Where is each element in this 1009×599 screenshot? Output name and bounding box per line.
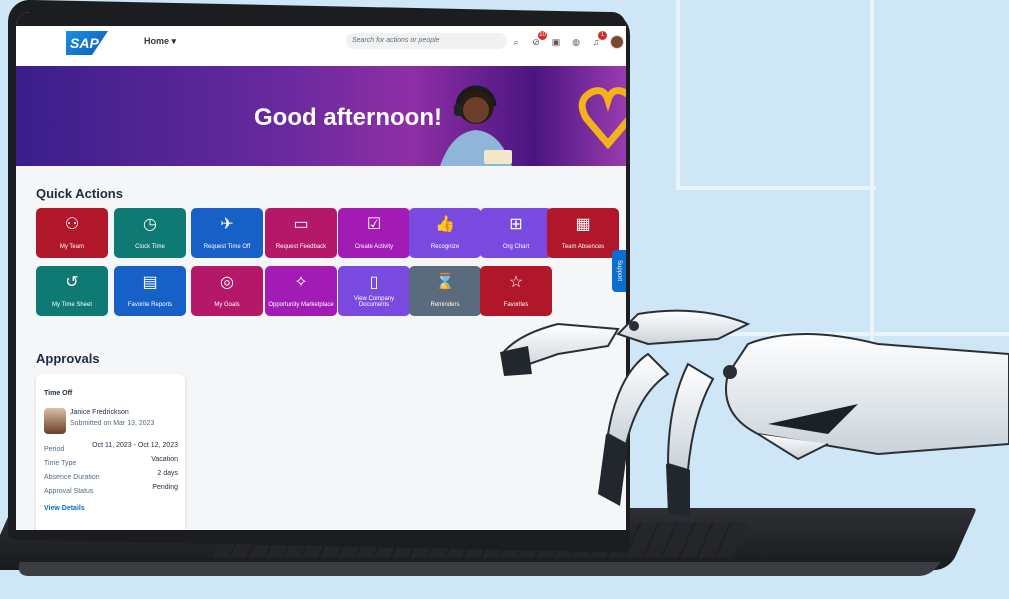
background-line — [676, 186, 876, 190]
quick-action-label: Org Chart — [502, 244, 530, 250]
screen-bezel — [16, 12, 626, 26]
quick-action-tile[interactable]: ⚇ My Team — [36, 208, 108, 258]
org-people-icon: ⚇ — [64, 216, 80, 233]
bell-icon[interactable]: ♫ 1 — [590, 31, 607, 48]
thumbs-up-icon: 👍 — [435, 216, 455, 233]
robot-hand-image — [500, 309, 1009, 516]
view-details-link[interactable]: View Details — [44, 505, 85, 512]
detail-row: Period Oct 11, 2023 - Oct 12, 2023 — [44, 442, 178, 453]
quick-action-tile[interactable]: ▦ Team Absences — [547, 208, 619, 258]
notification-badge: 10 — [538, 31, 547, 40]
background-line — [676, 0, 680, 190]
quick-action-label: Create Activity — [354, 244, 394, 250]
org-chart-icon: ⊞ — [509, 216, 523, 233]
quick-action-label: Recognize — [430, 244, 460, 250]
heart-icon — [578, 87, 626, 150]
notifications-icon[interactable]: ⊘ 10 — [530, 31, 547, 48]
banner-person-image — [440, 85, 512, 166]
detail-row: Approval Status Pending — [44, 484, 178, 495]
detail-value: Vacation — [151, 456, 178, 463]
submitted-date: Submitted on Mar 13, 2023 — [70, 420, 155, 427]
quick-action-tile[interactable]: ▤ Favorite Reports — [114, 266, 186, 316]
requester-photo — [44, 408, 66, 434]
greeting-text: Good afternoon! — [254, 104, 442, 131]
quick-action-tile[interactable]: ☑ Create Activity — [338, 208, 410, 258]
sap-logo[interactable]: SAP — [66, 31, 108, 55]
top-bar: SAP Home ▾ Search for actions or people … — [16, 26, 626, 66]
detail-row: Time Type Vacation — [44, 456, 178, 467]
quick-action-tile[interactable]: ◎ My Goals — [191, 266, 263, 316]
quick-action-tile[interactable]: ⌛ Reminders — [409, 266, 481, 316]
quick-action-label: Favorite Reports — [127, 302, 173, 308]
quick-action-label: Opportunity Marketplace — [268, 302, 334, 308]
quick-action-label: Clock Time — [135, 244, 165, 250]
airplane-icon: ✈ — [220, 216, 234, 233]
quick-action-label: My Team — [59, 244, 85, 250]
quick-action-tile[interactable]: ▯ View Company Documents — [338, 266, 410, 316]
quick-actions-title: Quick Actions — [36, 186, 123, 201]
user-avatar[interactable] — [610, 35, 624, 49]
detail-row: Absence Duration 2 days — [44, 470, 178, 481]
detail-label: Approval Status — [44, 488, 94, 495]
target-icon: ◎ — [220, 274, 234, 291]
quick-action-tile[interactable]: ✈ Request Time Off — [191, 208, 263, 258]
notification-badge: 1 — [598, 31, 607, 40]
detail-label: Absence Duration — [44, 474, 100, 481]
chart-sparkle-icon: ✧ — [294, 274, 308, 291]
document-icon: ▯ — [369, 274, 379, 291]
detail-label: Time Type — [44, 460, 77, 467]
quick-action-tile[interactable]: ⊞ Org Chart — [480, 208, 552, 258]
quick-action-tile[interactable]: 👍 Recognize — [409, 208, 481, 258]
quick-action-tile[interactable]: ◷ Clock Time — [114, 208, 186, 258]
quick-action-label: Reminders — [430, 302, 460, 308]
quick-action-label: My Time Sheet — [51, 302, 92, 308]
detail-value: Pending — [152, 484, 178, 491]
search-icon[interactable]: ⌕ — [510, 36, 522, 48]
detail-value: Oct 11, 2023 - Oct 12, 2023 — [92, 442, 178, 449]
approvals-title: Approvals — [36, 351, 100, 366]
welcome-banner: Good afternoon! — [16, 66, 626, 166]
clipboard-check-icon: ☑ — [366, 216, 382, 233]
search-input[interactable]: Search for actions or people — [346, 33, 507, 49]
history-icon: ↺ — [65, 274, 79, 291]
laptop-base-edge — [13, 562, 941, 576]
feedback-icon: ▭ — [293, 216, 309, 233]
clock-add-icon: ◷ — [143, 216, 157, 233]
approval-type: Time Off — [44, 390, 73, 397]
quick-action-label: Team Absences — [561, 244, 605, 250]
calendar-icon: ▦ — [575, 216, 591, 233]
quick-action-label: Request Feedback — [275, 244, 327, 250]
reminder-icon: ⌛ — [435, 274, 455, 291]
approval-card[interactable]: Time Off Janice Fredrickson Submitted on… — [36, 374, 185, 530]
quick-action-label: Request Time Off — [203, 244, 251, 250]
quick-action-label: View Company Documents — [353, 296, 395, 308]
requester-name: Janice Fredrickson — [70, 409, 129, 416]
help-icon[interactable]: ◍ — [570, 36, 582, 48]
quick-action-label: My Goals — [214, 302, 240, 308]
detail-value: 2 days — [157, 470, 178, 477]
home-menu[interactable]: Home ▾ — [144, 36, 176, 47]
detail-label: Period — [44, 446, 65, 453]
quick-action-tile[interactable]: ✧ Opportunity Marketplace — [265, 266, 337, 316]
reports-icon: ▤ — [142, 274, 158, 291]
inbox-icon[interactable]: ▣ — [550, 36, 562, 48]
quick-action-tile[interactable]: ▭ Request Feedback — [265, 208, 337, 258]
quick-action-tile[interactable]: ↺ My Time Sheet — [36, 266, 108, 316]
